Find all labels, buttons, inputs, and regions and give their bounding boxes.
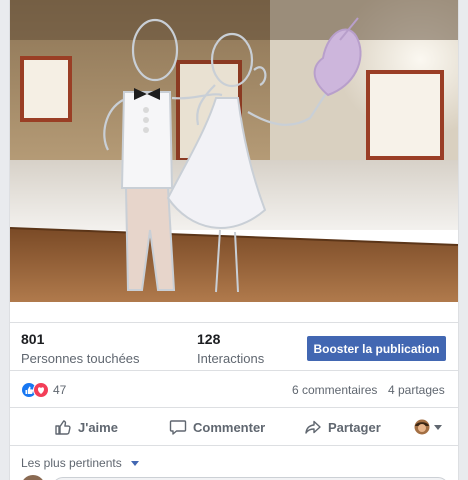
post-as-selector[interactable] — [414, 419, 444, 435]
caret-down-icon — [434, 425, 442, 430]
engagement-value: 128 — [197, 331, 221, 347]
shares-count-link[interactable]: 4 partages — [388, 383, 445, 397]
post-card: 801 Personnes touchées 128 Interactions … — [9, 0, 459, 480]
comment-sort-bar: Les plus pertinents — [10, 445, 458, 480]
reactions-summary: 47 6 commentaires 4 partages — [10, 370, 458, 408]
reaction-count[interactable]: 47 — [53, 383, 66, 397]
engagement-stat[interactable]: 128 Interactions — [197, 331, 264, 366]
comments-count-link[interactable]: 6 commentaires — [292, 383, 377, 397]
post-insights: 801 Personnes touchées 128 Interactions … — [10, 322, 458, 371]
engagement-label: Interactions — [197, 351, 265, 366]
like-button[interactable]: J'aime — [54, 408, 118, 446]
share-button[interactable]: Partager — [304, 408, 381, 446]
share-icon — [305, 420, 321, 434]
comment-icon — [169, 420, 187, 435]
reach-label: Personnes touchées — [21, 351, 140, 366]
comment-button[interactable]: Commenter — [169, 408, 265, 446]
thumbs-up-icon — [55, 420, 71, 435]
share-label: Partager — [328, 419, 381, 435]
comment-sort-dropdown[interactable]: Les plus pertinents — [21, 456, 122, 470]
reach-value: 801 — [21, 331, 45, 347]
boost-post-button[interactable]: Booster la publication — [307, 336, 446, 361]
like-label: J'aime — [78, 419, 118, 435]
reach-stat[interactable]: 801 Personnes touchées — [21, 331, 140, 366]
post-actions: J'aime Commenter Partager — [10, 407, 458, 446]
reaction-icons[interactable] — [21, 382, 49, 398]
comment-label: Commenter — [193, 419, 266, 435]
post-photo[interactable] — [10, 0, 458, 302]
page-avatar-selector-graphic — [414, 419, 442, 435]
page-avatar — [414, 419, 430, 435]
caret-down-icon[interactable] — [131, 461, 139, 466]
love-icon — [33, 382, 49, 398]
